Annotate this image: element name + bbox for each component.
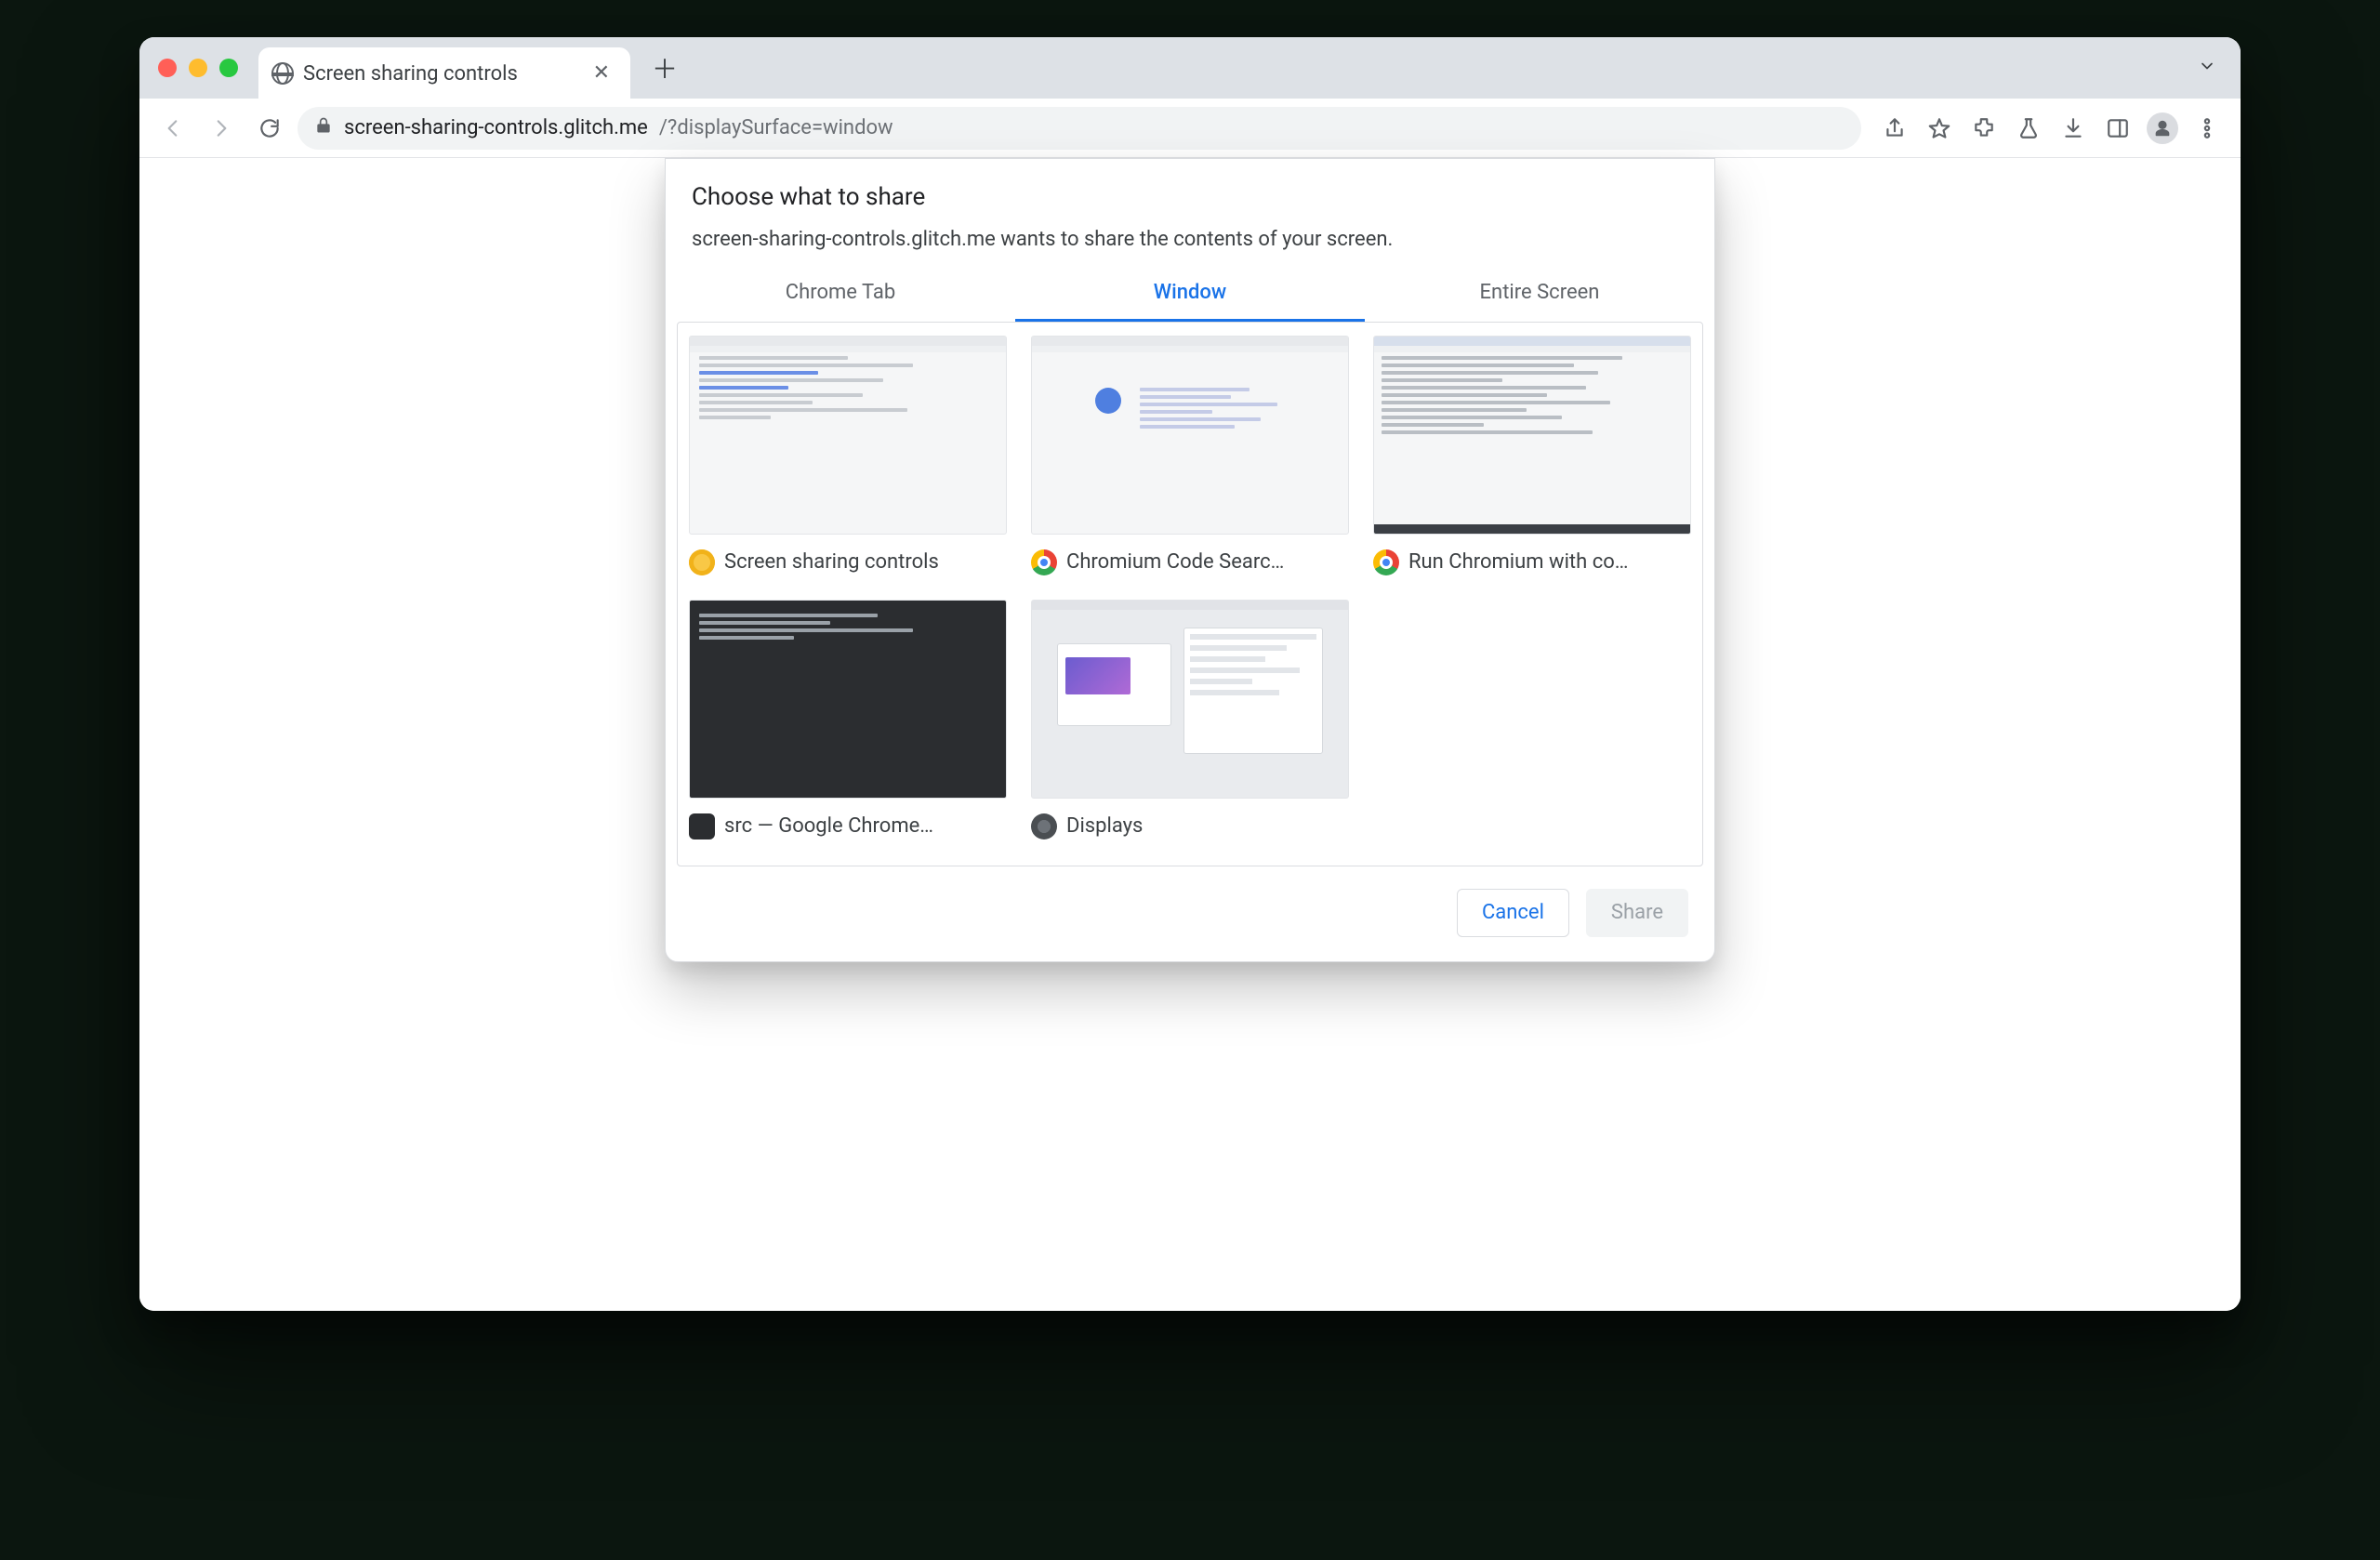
browser-tab[interactable]: Screen sharing controls ✕ bbox=[258, 47, 630, 99]
extensions-button[interactable] bbox=[1964, 108, 2004, 149]
dialog-subtitle: screen-sharing-controls.glitch.me wants … bbox=[666, 218, 1714, 268]
window-option[interactable]: Displays bbox=[1031, 600, 1349, 839]
tab-chrome-tab[interactable]: Chrome Tab bbox=[666, 268, 1015, 322]
tab-title: Screen sharing controls bbox=[303, 62, 518, 86]
tab-search-button[interactable] bbox=[2187, 51, 2228, 85]
fullscreen-window-button[interactable] bbox=[219, 59, 238, 77]
window-option[interactable]: Run Chromium with co… bbox=[1373, 336, 1691, 575]
share-button: Share bbox=[1586, 889, 1688, 937]
profile-button[interactable] bbox=[2142, 108, 2183, 149]
window-label: Chromium Code Searc… bbox=[1066, 550, 1284, 574]
system-preferences-icon bbox=[1031, 813, 1057, 839]
downloads-button[interactable] bbox=[2053, 108, 2094, 149]
tab-window[interactable]: Window bbox=[1015, 268, 1365, 322]
toolbar: screen-sharing-controls.glitch.me /?displ… bbox=[139, 99, 2241, 158]
window-option[interactable]: Chromium Code Searc… bbox=[1031, 336, 1349, 575]
close-window-button[interactable] bbox=[158, 59, 177, 77]
tab-strip: Screen sharing controls ✕ ＋ bbox=[139, 37, 2241, 99]
reload-button[interactable] bbox=[249, 108, 290, 149]
forward-button[interactable] bbox=[201, 108, 242, 149]
dialog-title: Choose what to share bbox=[666, 179, 1714, 218]
share-picker-dialog: Choose what to share screen-sharing-cont… bbox=[665, 158, 1715, 962]
window-thumbnail bbox=[1031, 600, 1349, 799]
window-label: src — Google Chrome… bbox=[724, 814, 933, 838]
chrome-canary-icon bbox=[689, 549, 715, 575]
toolbar-actions bbox=[1874, 108, 2228, 149]
chrome-icon bbox=[1031, 549, 1057, 575]
window-label: Displays bbox=[1066, 814, 1143, 838]
url-path: /?displaySurface=window bbox=[659, 116, 893, 139]
window-thumbnail bbox=[1373, 336, 1691, 535]
dialog-actions: Cancel Share bbox=[666, 866, 1714, 937]
cancel-button[interactable]: Cancel bbox=[1457, 889, 1569, 937]
back-button[interactable] bbox=[152, 108, 193, 149]
lock-icon bbox=[314, 116, 333, 140]
window-option[interactable]: src — Google Chrome… bbox=[689, 600, 1007, 839]
share-source-tabs: Chrome Tab Window Entire Screen bbox=[666, 268, 1714, 322]
tab-entire-screen[interactable]: Entire Screen bbox=[1365, 268, 1714, 322]
page-content: Choose what to share screen-sharing-cont… bbox=[139, 158, 2241, 1311]
terminal-icon bbox=[689, 813, 715, 839]
window-grid: Screen sharing controls bbox=[677, 322, 1703, 866]
url-host: screen-sharing-controls.glitch.me bbox=[344, 116, 648, 139]
minimize-window-button[interactable] bbox=[189, 59, 207, 77]
window-thumbnail bbox=[689, 336, 1007, 535]
chrome-icon bbox=[1373, 549, 1399, 575]
bookmark-button[interactable] bbox=[1919, 108, 1960, 149]
side-panel-button[interactable] bbox=[2097, 108, 2138, 149]
window-thumbnail bbox=[1031, 336, 1349, 535]
new-tab-button[interactable]: ＋ bbox=[647, 50, 682, 86]
window-label: Run Chromium with co… bbox=[1408, 550, 1628, 574]
window-thumbnail bbox=[689, 600, 1007, 799]
labs-button[interactable] bbox=[2008, 108, 2049, 149]
share-page-button[interactable] bbox=[1874, 108, 1915, 149]
window-controls bbox=[158, 59, 238, 77]
close-tab-button[interactable]: ✕ bbox=[589, 59, 614, 87]
window-label: Screen sharing controls bbox=[724, 550, 939, 574]
browser-window: Screen sharing controls ✕ ＋ screen-shari… bbox=[139, 37, 2241, 1311]
address-bar[interactable]: screen-sharing-controls.glitch.me /?displ… bbox=[298, 107, 1861, 150]
globe-icon bbox=[271, 62, 294, 85]
menu-button[interactable] bbox=[2187, 108, 2228, 149]
window-option[interactable]: Screen sharing controls bbox=[689, 336, 1007, 575]
